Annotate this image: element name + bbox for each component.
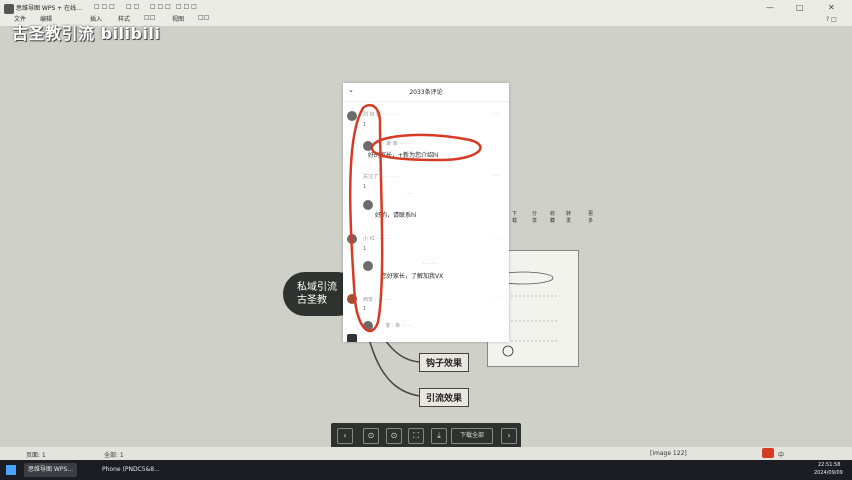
- ime-icon[interactable]: [762, 448, 774, 458]
- clock-date[interactable]: 2024/09/09: [814, 470, 843, 476]
- status-bar: 页面: 1 全部: 1 [image 122] 中: [0, 447, 852, 460]
- next-button[interactable]: ›: [501, 428, 517, 444]
- taskbar-item-phone[interactable]: Phone (PNDC5&8...: [98, 463, 164, 477]
- red-annotation-marks: [349, 104, 482, 333]
- image-label: [image 122]: [650, 450, 687, 457]
- page-indicator: 页面: 1: [26, 452, 46, 459]
- fullscreen-button[interactable]: ⛶: [408, 428, 424, 444]
- prev-button[interactable]: ‹: [337, 428, 353, 444]
- download-icon[interactable]: ⤓: [431, 428, 447, 444]
- zoom-in-button[interactable]: ⊙: [363, 428, 379, 444]
- image-viewer-toolbar: ‹ ⊙ ⊙ ⛶ ⤓ 下载全部 ›: [331, 423, 521, 448]
- ime-label[interactable]: 中: [778, 450, 784, 459]
- download-all-button[interactable]: 下载全部: [451, 428, 493, 444]
- start-icon[interactable]: [6, 465, 16, 475]
- zoom-out-button[interactable]: ⊙: [386, 428, 402, 444]
- taskbar-item-wps[interactable]: 思维导图 WPS...: [24, 463, 77, 477]
- total-indicator: 全部: 1: [104, 452, 124, 459]
- taskbar: 思维导图 WPS... Phone (PNDC5&8... 22:51:58 2…: [0, 460, 852, 480]
- clock-time[interactable]: 22:51:58: [818, 462, 840, 468]
